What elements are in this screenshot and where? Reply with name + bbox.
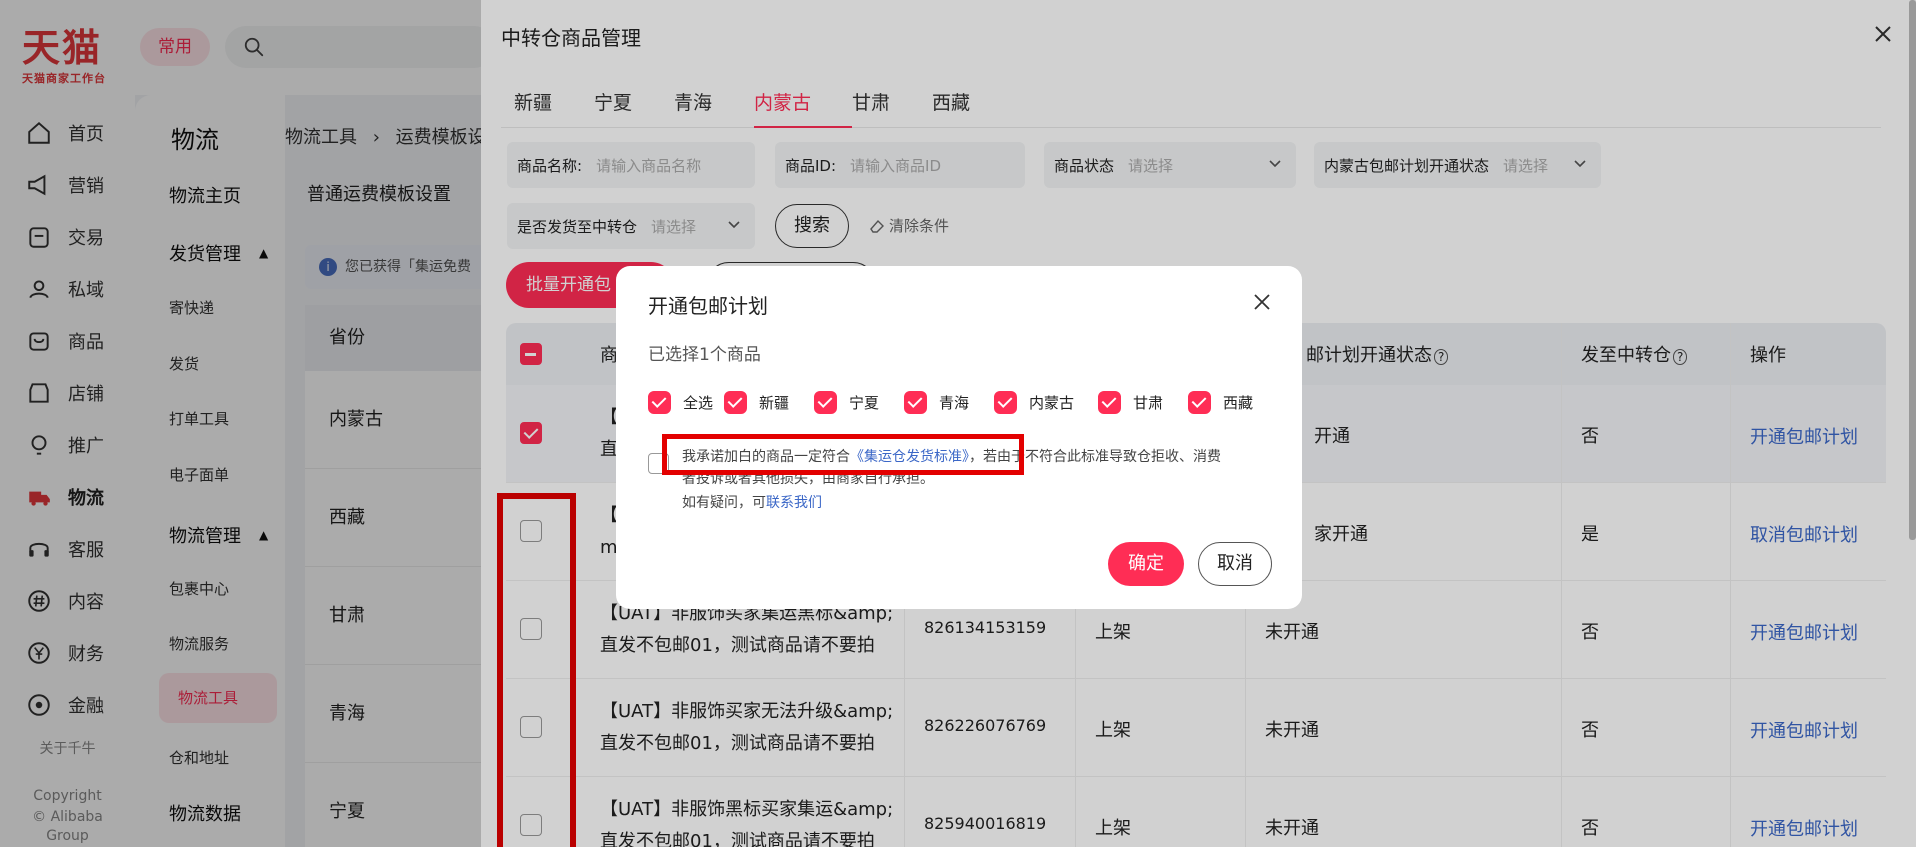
selected-count: 已选择1个商品 <box>648 345 761 365</box>
checkbox-checked[interactable] <box>648 390 671 414</box>
region-checkbox-xinjiang[interactable]: 新疆 <box>724 390 789 414</box>
checkbox-checked[interactable] <box>724 390 747 414</box>
modal-title: 开通包邮计划 <box>648 294 768 318</box>
checkbox-checked[interactable] <box>814 390 837 414</box>
region-checkbox-all[interactable]: 全选 <box>648 390 713 414</box>
region-checkbox-neimenggu[interactable]: 内蒙古 <box>994 390 1074 414</box>
checkbox-checked[interactable] <box>904 390 927 414</box>
highlight-box-agreement <box>662 434 1024 475</box>
contact-us-link[interactable]: 联系我们 <box>766 495 822 511</box>
region-checkbox-xizang[interactable]: 西藏 <box>1188 390 1253 414</box>
checkbox-checked[interactable] <box>1098 390 1121 414</box>
checkbox-checked[interactable] <box>1188 390 1211 414</box>
region-checkbox-gansu[interactable]: 甘肃 <box>1098 390 1163 414</box>
region-checkbox-ningxia[interactable]: 宁夏 <box>814 390 879 414</box>
close-icon[interactable] <box>1252 292 1272 312</box>
cancel-button[interactable]: 取消 <box>1198 542 1272 586</box>
confirm-button[interactable]: 确定 <box>1108 542 1184 586</box>
region-checkbox-qinghai[interactable]: 青海 <box>904 390 969 414</box>
checkbox-checked[interactable] <box>994 390 1017 414</box>
help-text: 如有疑问，可联系我们 <box>682 495 822 511</box>
